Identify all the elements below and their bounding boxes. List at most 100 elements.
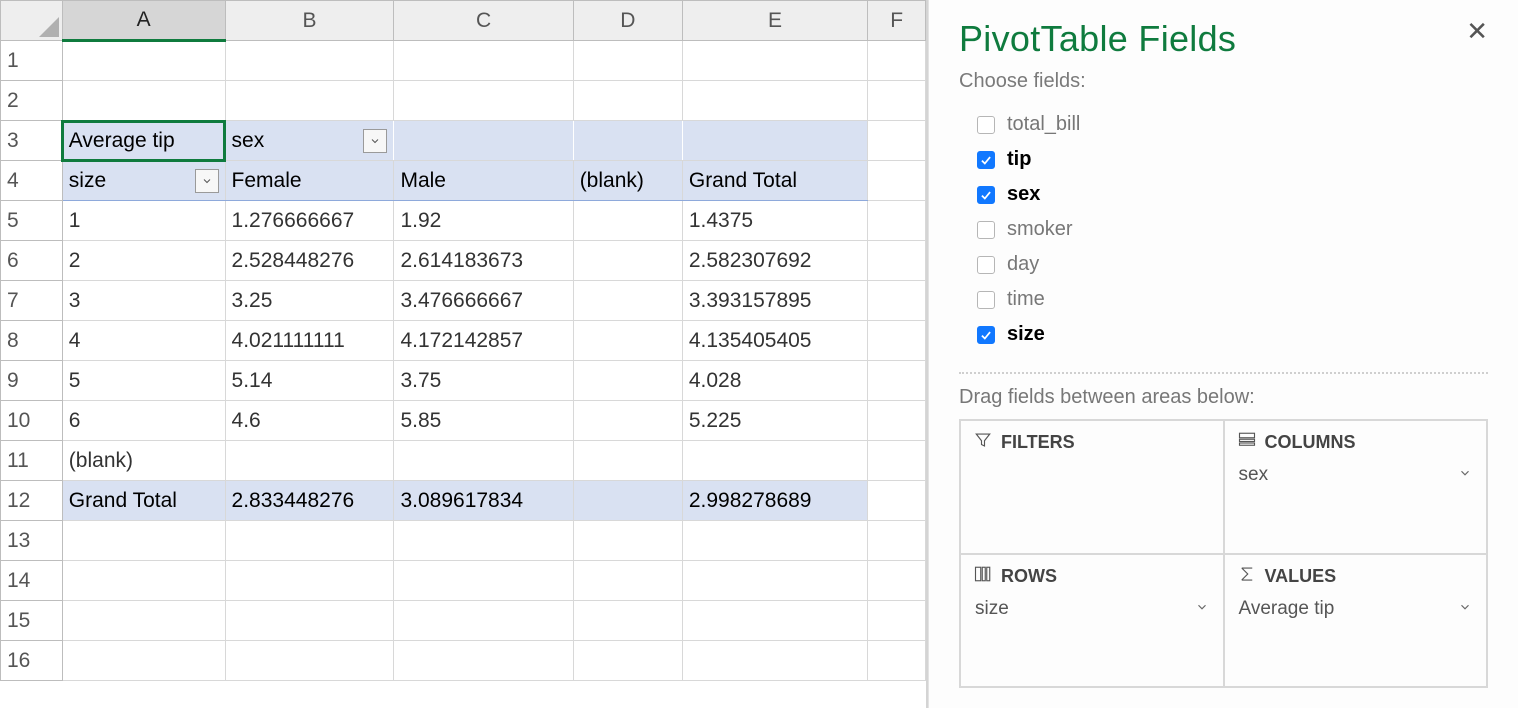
pivot-col-header[interactable]: Male bbox=[394, 161, 573, 201]
spreadsheet[interactable]: A B C D E F 123Average tipsex4sizeFemale… bbox=[0, 0, 928, 708]
pivot-value[interactable]: 5.225 bbox=[682, 401, 867, 441]
pivot-value[interactable]: 5.85 bbox=[394, 401, 573, 441]
cell[interactable] bbox=[868, 161, 926, 201]
pivot-row-label[interactable]: 1 bbox=[62, 201, 225, 241]
row-header-13[interactable]: 13 bbox=[1, 521, 63, 561]
pivot-value[interactable]: 4.028 bbox=[682, 361, 867, 401]
pivot-col-header[interactable]: Female bbox=[225, 161, 394, 201]
pivot-value[interactable]: 1.4375 bbox=[682, 201, 867, 241]
cell[interactable] bbox=[868, 641, 926, 681]
pivot-value[interactable] bbox=[225, 441, 394, 481]
cell[interactable] bbox=[394, 81, 573, 121]
pivot-value[interactable]: 3.476666667 bbox=[394, 281, 573, 321]
cell[interactable] bbox=[394, 41, 573, 81]
area-filters[interactable]: FILTERS bbox=[960, 420, 1224, 554]
pivot-grand-total-value[interactable]: 2.998278689 bbox=[682, 481, 867, 521]
pivot-value[interactable]: 2.582307692 bbox=[682, 241, 867, 281]
cell[interactable] bbox=[682, 41, 867, 81]
col-header-A[interactable]: A bbox=[62, 1, 225, 41]
cell[interactable] bbox=[62, 81, 225, 121]
cell[interactable] bbox=[62, 601, 225, 641]
row-header-2[interactable]: 2 bbox=[1, 81, 63, 121]
pivot-grand-total-value[interactable]: 3.089617834 bbox=[394, 481, 573, 521]
columns-item-sex[interactable]: sex bbox=[1237, 462, 1475, 488]
col-header-C[interactable]: C bbox=[394, 1, 573, 41]
pivot-value[interactable]: 4.6 bbox=[225, 401, 394, 441]
field-sex[interactable]: sex bbox=[975, 177, 1488, 212]
cell[interactable] bbox=[682, 121, 867, 161]
select-all-corner[interactable] bbox=[1, 1, 63, 41]
cell[interactable] bbox=[868, 41, 926, 81]
cell[interactable] bbox=[682, 601, 867, 641]
pivot-value[interactable]: 3.393157895 bbox=[682, 281, 867, 321]
pivot-grand-total-value[interactable]: 2.833448276 bbox=[225, 481, 394, 521]
cell[interactable] bbox=[573, 41, 682, 81]
checkbox-icon[interactable] bbox=[977, 151, 995, 169]
cell[interactable] bbox=[868, 521, 926, 561]
cell[interactable] bbox=[868, 321, 926, 361]
pivot-grand-total-label[interactable]: Grand Total bbox=[62, 481, 225, 521]
checkbox-icon[interactable] bbox=[977, 186, 995, 204]
cell[interactable] bbox=[682, 641, 867, 681]
chevron-down-icon[interactable] bbox=[1458, 598, 1472, 620]
cell[interactable] bbox=[394, 641, 573, 681]
pivot-row-label[interactable]: (blank) bbox=[62, 441, 225, 481]
field-tip[interactable]: tip bbox=[975, 142, 1488, 177]
field-smoker[interactable]: smoker bbox=[975, 212, 1488, 247]
field-time[interactable]: time bbox=[975, 282, 1488, 317]
pivot-grand-total-value[interactable] bbox=[573, 481, 682, 521]
cell[interactable] bbox=[225, 601, 394, 641]
row-header-4[interactable]: 4 bbox=[1, 161, 63, 201]
cell[interactable] bbox=[62, 41, 225, 81]
cell[interactable] bbox=[225, 81, 394, 121]
row-header-11[interactable]: 11 bbox=[1, 441, 63, 481]
values-item-average-tip[interactable]: Average tip bbox=[1237, 596, 1475, 622]
pivot-value[interactable]: 1.92 bbox=[394, 201, 573, 241]
cell[interactable] bbox=[573, 81, 682, 121]
chevron-down-icon[interactable] bbox=[1195, 598, 1209, 620]
pivot-value[interactable]: 3.75 bbox=[394, 361, 573, 401]
pivot-row-field[interactable]: size bbox=[62, 161, 225, 201]
row-header-10[interactable]: 10 bbox=[1, 401, 63, 441]
col-header-B[interactable]: B bbox=[225, 1, 394, 41]
field-day[interactable]: day bbox=[975, 247, 1488, 282]
cell[interactable] bbox=[868, 401, 926, 441]
pivot-value[interactable] bbox=[573, 441, 682, 481]
cell[interactable] bbox=[573, 121, 682, 161]
cell[interactable] bbox=[62, 561, 225, 601]
pivot-row-label[interactable]: 2 bbox=[62, 241, 225, 281]
pivot-col-header[interactable]: (blank) bbox=[573, 161, 682, 201]
pivot-value[interactable]: 3.25 bbox=[225, 281, 394, 321]
pivot-value[interactable] bbox=[573, 361, 682, 401]
checkbox-icon[interactable] bbox=[977, 326, 995, 344]
row-header-1[interactable]: 1 bbox=[1, 41, 63, 81]
cell[interactable] bbox=[394, 121, 573, 161]
checkbox-icon[interactable] bbox=[977, 291, 995, 309]
row-header-5[interactable]: 5 bbox=[1, 201, 63, 241]
rows-item-size[interactable]: size bbox=[973, 596, 1211, 622]
cell[interactable] bbox=[62, 641, 225, 681]
pivot-row-label[interactable]: 3 bbox=[62, 281, 225, 321]
pivot-value[interactable] bbox=[573, 201, 682, 241]
cell[interactable] bbox=[868, 601, 926, 641]
pivot-value[interactable] bbox=[573, 281, 682, 321]
cell[interactable] bbox=[394, 601, 573, 641]
cell[interactable] bbox=[62, 521, 225, 561]
pivot-value[interactable] bbox=[394, 441, 573, 481]
cell[interactable] bbox=[394, 521, 573, 561]
cell[interactable] bbox=[225, 41, 394, 81]
pivot-value[interactable]: 1.276666667 bbox=[225, 201, 394, 241]
cell[interactable] bbox=[573, 521, 682, 561]
close-icon[interactable]: ✕ bbox=[1466, 18, 1488, 44]
pivot-value[interactable]: 2.528448276 bbox=[225, 241, 394, 281]
cell[interactable] bbox=[573, 641, 682, 681]
pivot-col-header[interactable]: Grand Total bbox=[682, 161, 867, 201]
col-header-F[interactable]: F bbox=[868, 1, 926, 41]
cell[interactable] bbox=[868, 441, 926, 481]
cell[interactable] bbox=[682, 561, 867, 601]
pivot-value[interactable]: 2.614183673 bbox=[394, 241, 573, 281]
row-header-9[interactable]: 9 bbox=[1, 361, 63, 401]
area-rows[interactable]: ROWS size bbox=[960, 554, 1224, 688]
cell[interactable] bbox=[868, 481, 926, 521]
field-size[interactable]: size bbox=[975, 317, 1488, 352]
